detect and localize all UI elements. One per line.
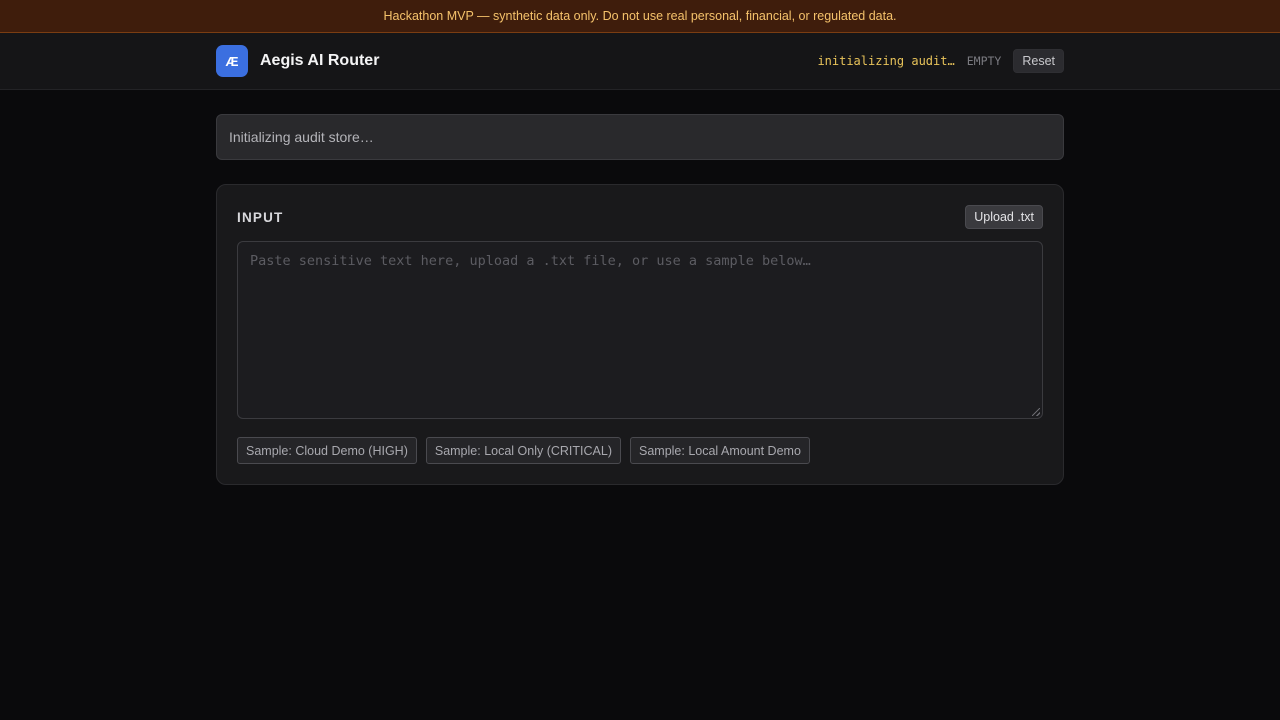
input-card: INPUT Upload .txt Paste sensitive text h… [216,184,1064,485]
sample-buttons: Sample: Cloud Demo (HIGH) Sample: Local … [237,437,810,464]
sensitive-text-input[interactable]: Paste sensitive text here, upload a .txt… [237,241,1043,419]
brand: Æ Aegis AI Router [216,45,379,77]
app-header: Æ Aegis AI Router initializing audit… EM… [0,33,1280,90]
audit-status: initializing audit… [817,54,955,68]
input-card-title: INPUT [237,209,284,225]
notice-text: Initializing audit store… [229,129,374,145]
synthetic-data-warning-banner: Hackathon MVP — synthetic data only. Do … [0,0,1280,33]
sample-cloud-demo-button[interactable]: Sample: Cloud Demo (HIGH) [237,437,417,464]
app-logo: Æ [216,45,248,77]
main-content: Initializing audit store… INPUT Upload .… [216,114,1064,485]
banner-text: Hackathon MVP — synthetic data only. Do … [383,9,897,23]
sample-local-amount-button[interactable]: Sample: Local Amount Demo [630,437,810,464]
header-status-area: initializing audit… EMPTY Reset [817,49,1064,73]
reset-button[interactable]: Reset [1013,49,1064,73]
audit-store-notice: Initializing audit store… [216,114,1064,160]
sensitive-text-placeholder: Paste sensitive text here, upload a .txt… [250,253,811,269]
sample-local-only-button[interactable]: Sample: Local Only (CRITICAL) [425,437,621,464]
upload-txt-button[interactable]: Upload .txt [965,205,1043,229]
app-name: Aegis AI Router [260,52,380,69]
input-card-header: INPUT Upload .txt [237,205,1043,229]
resize-handle-icon[interactable] [1032,408,1040,416]
count-status: EMPTY [966,54,1002,68]
